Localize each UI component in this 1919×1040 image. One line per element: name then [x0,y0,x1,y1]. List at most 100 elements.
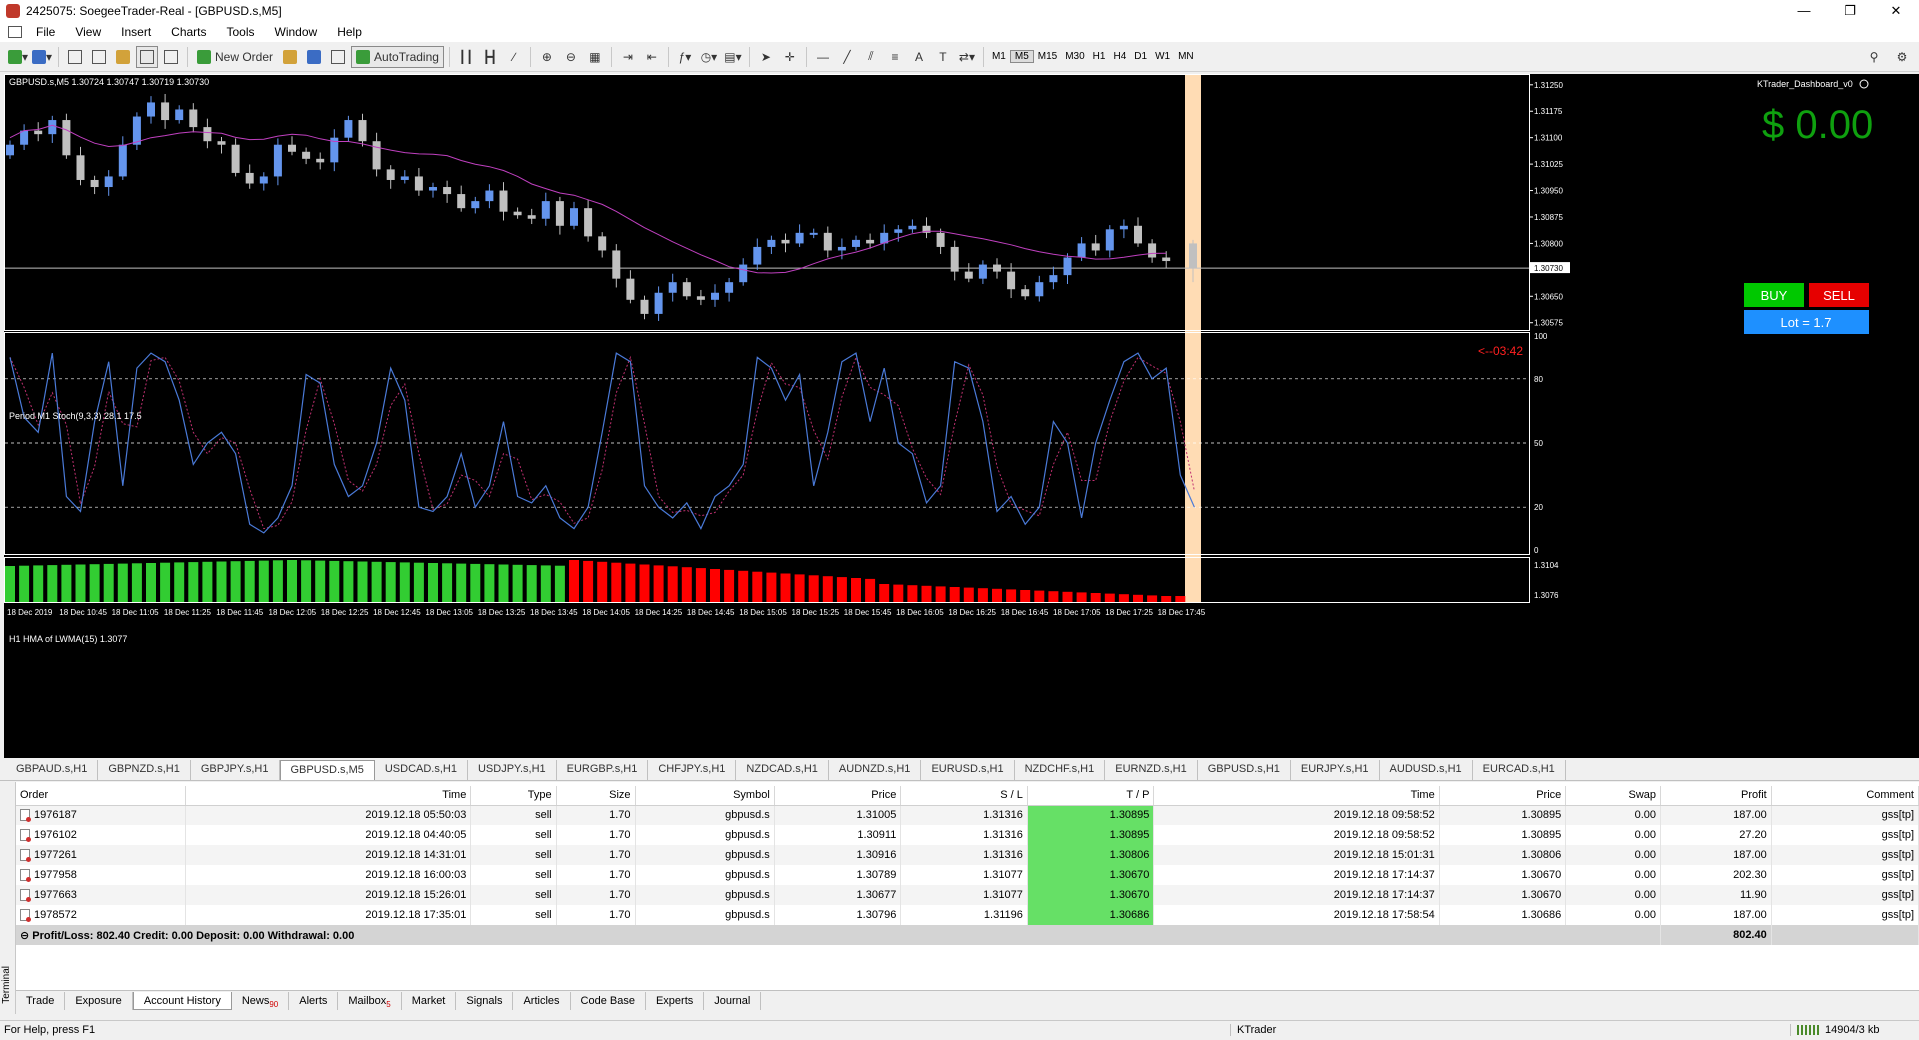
terminal-tab[interactable]: Experts [646,991,705,1010]
menu-view[interactable]: View [65,25,111,39]
bar-chart-icon[interactable]: ┃┃ [455,46,477,68]
timeframe-w1[interactable]: W1 [1151,51,1174,62]
strategy-tester-icon[interactable] [160,46,182,68]
market-watch-icon[interactable] [64,46,86,68]
price-chart[interactable]: 1.31250 1.31175 1.31100 1.31025 1.30950 1.308… [4,74,1919,758]
menu-insert[interactable]: Insert [111,25,161,39]
chart-tab[interactable]: GBPUSD.s,H1 [1198,760,1291,780]
community-icon[interactable]: ⚙ [1891,46,1913,68]
column-header[interactable]: T / P [1027,786,1155,806]
chart-tab[interactable]: EURUSD.s,H1 [921,760,1015,780]
terminal-tab[interactable]: Journal [704,991,762,1010]
collapse-icon[interactable]: ⊖ [20,930,32,942]
terminal-tab[interactable]: Trade [16,991,66,1010]
horizontal-line-icon[interactable]: — [812,46,834,68]
close-button[interactable]: ✕ [1873,0,1919,22]
terminal-tab[interactable]: Signals [456,991,514,1010]
periods-icon[interactable]: ◷▾ [698,46,720,68]
timeframe-h1[interactable]: H1 [1089,51,1110,62]
column-header[interactable]: Time [185,786,472,806]
chart-tab[interactable]: GBPJPY.s,H1 [191,760,280,780]
chart-tab[interactable]: GBPAUD.s,H1 [6,760,99,780]
chart-tab[interactable]: AUDNZD.s,H1 [829,760,922,780]
table-row[interactable]: 1977663 2019.12.18 15:26:01 sell 1.70 gbpusd… [16,885,1919,905]
chart-window-icon[interactable] [8,26,22,38]
search-icon[interactable]: ⚲ [1863,46,1885,68]
templates-icon[interactable]: ▤▾ [722,46,744,68]
chart-tab[interactable]: USDCAD.s,H1 [375,760,468,780]
terminal-tab[interactable]: Code Base [571,991,646,1010]
trendline-icon[interactable]: ╱ [836,46,858,68]
column-header[interactable]: Type [470,786,557,806]
autoscroll-icon[interactable]: ⇤ [641,46,663,68]
chart-tab[interactable]: EURJPY.s,H1 [1291,760,1380,780]
chart-tab[interactable]: EURCAD.s,H1 [1473,760,1566,780]
column-header[interactable]: Price [1439,786,1567,806]
restore-button[interactable]: ❐ [1827,0,1873,22]
navigator-icon[interactable] [112,46,134,68]
terminal-tab[interactable]: Mailbox5 [338,991,402,1010]
new-chart-icon[interactable]: ▾ [7,46,29,68]
menu-file[interactable]: File [26,25,65,39]
table-row[interactable]: 1977958 2019.12.18 16:00:03 sell 1.70 gbpusd… [16,865,1919,885]
column-header[interactable]: Price [774,786,902,806]
column-header[interactable]: Swap [1565,786,1662,806]
timeframe-mn[interactable]: MN [1174,51,1198,62]
new-order-button[interactable]: New Order [193,46,277,68]
table-row[interactable]: 1977261 2019.12.18 14:31:01 sell 1.70 gbpusd… [16,845,1919,865]
menu-window[interactable]: Window [265,25,328,39]
cursor-icon[interactable]: ➤ [755,46,777,68]
terminal-tab[interactable]: Articles [513,991,571,1010]
terminal-toggle-icon[interactable] [136,45,158,68]
terminal-tab[interactable]: News90 [232,991,290,1010]
zoom-in-icon[interactable]: ⊕ [536,46,558,68]
tile-windows-icon[interactable]: ▦ [584,46,606,68]
column-header[interactable]: Profit [1660,786,1772,806]
timeframe-m30[interactable]: M30 [1061,51,1088,62]
chart-tab[interactable]: EURNZD.s,H1 [1105,760,1198,780]
zoom-out-icon[interactable]: ⊖ [560,46,582,68]
chart-tab[interactable]: USDJPY.s,H1 [468,760,557,780]
buy-button[interactable]: BUY [1744,283,1804,307]
lot-size-field[interactable]: Lot = 1.7 [1744,310,1869,334]
table-row[interactable]: 1976187 2019.12.18 05:50:03 sell 1.70 gbpusd… [16,805,1919,825]
autotrading-button[interactable]: AutoTrading [351,45,444,68]
crosshair-icon[interactable]: ✛ [779,46,801,68]
label-icon[interactable]: T [932,46,954,68]
data-window-icon[interactable] [88,46,110,68]
column-header[interactable]: Comment [1771,786,1919,806]
timeframe-m1[interactable]: M1 [988,51,1010,62]
arrows-icon[interactable]: ⇄▾ [956,46,978,68]
menu-charts[interactable]: Charts [161,25,216,39]
chart-tab[interactable]: CHFJPY.s,H1 [648,760,737,780]
timeframe-d1[interactable]: D1 [1130,51,1151,62]
chart-tab[interactable]: NZDCHF.s,H1 [1015,760,1106,780]
terminal-tab[interactable]: Alerts [289,991,339,1010]
column-header[interactable]: Time [1153,786,1440,806]
chart-tab[interactable]: EURGBP.s,H1 [557,760,649,780]
sell-button[interactable]: SELL [1809,283,1869,307]
chart-window[interactable]: 1.31250 1.31175 1.31100 1.31025 1.30950 1.308… [4,74,1919,758]
text-icon[interactable]: A [908,46,930,68]
column-header[interactable]: Order [16,786,187,806]
metaeditor-icon[interactable] [279,46,301,68]
signals-icon[interactable] [303,46,325,68]
channel-icon[interactable]: ⫽ [860,46,882,68]
radio-icon[interactable] [327,46,349,68]
timeframe-m5[interactable]: M5 [1009,50,1034,63]
menu-help[interactable]: Help [327,25,372,39]
chart-tab[interactable]: GBPNZD.s,H1 [98,760,191,780]
column-header[interactable]: S / L [900,786,1028,806]
table-row[interactable]: 1978572 2019.12.18 17:35:01 sell 1.70 gbpusd… [16,905,1919,925]
column-header[interactable]: Symbol [635,786,775,806]
profiles-icon[interactable]: ▾ [31,46,53,68]
line-chart-icon[interactable]: ∕ [503,46,525,68]
timeframe-m15[interactable]: M15 [1034,51,1061,62]
fibonacci-icon[interactable]: ≡ [884,46,906,68]
indicators-icon[interactable]: ƒ▾ [674,46,696,68]
timeframe-h4[interactable]: H4 [1109,51,1130,62]
chart-shift-icon[interactable]: ⇥ [617,46,639,68]
terminal-tab[interactable]: Exposure [65,991,133,1010]
column-header[interactable]: Size [556,786,636,806]
candlestick-icon[interactable]: ┣┫ [479,46,501,68]
